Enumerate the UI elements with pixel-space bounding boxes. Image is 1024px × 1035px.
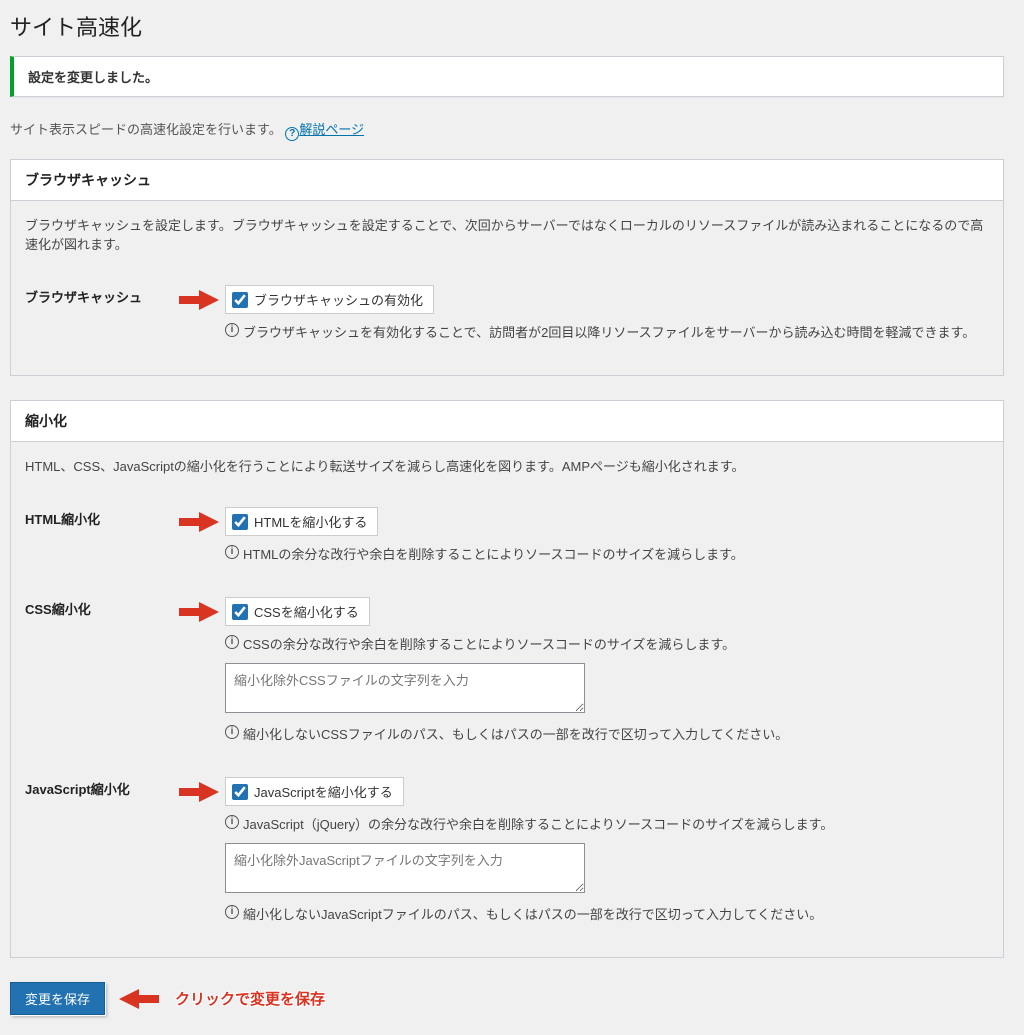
cache-row-label: ブラウザキャッシュ: [25, 271, 225, 361]
section-body-cache: ブラウザキャッシュを設定します。ブラウザキャッシュを設定することで、次回からサー…: [10, 201, 1004, 376]
arrow-pointer-icon: [119, 987, 167, 1011]
html-minify-label: HTML縮小化: [25, 493, 225, 583]
js-minify-hint: i JavaScript（jQuery）の余分な改行や余白を削除することによりソ…: [225, 814, 989, 833]
js-exclude-textarea[interactable]: [225, 843, 585, 893]
html-minify-checkbox-row[interactable]: HTMLを縮小化する: [225, 507, 378, 536]
css-minify-checkbox-label: CSSを縮小化する: [254, 602, 359, 621]
info-icon: i: [225, 635, 239, 649]
page-title: サイト高速化: [10, 10, 1004, 42]
js-exclude-hint: i 縮小化しないJavaScriptファイルのパス、もしくはパスの一部を改行で区…: [225, 904, 989, 923]
css-minify-hint: i CSSの余分な改行や余白を削除することによりソースコードのサイズを減らします…: [225, 634, 989, 653]
info-icon: i: [225, 545, 239, 559]
js-minify-checkbox-label: JavaScriptを縮小化する: [254, 782, 393, 801]
help-link[interactable]: 解説ページ: [299, 122, 364, 137]
html-minify-checkbox-label: HTMLを縮小化する: [254, 512, 367, 531]
css-exclude-hint: i 縮小化しないCSSファイルのパス、もしくはパスの一部を改行で区切って入力して…: [225, 724, 989, 743]
notice-success: 設定を変更しました。: [10, 56, 1004, 97]
cache-hint: i ブラウザキャッシュを有効化することで、訪問者が2回目以降リソースファイルをサ…: [225, 322, 989, 341]
info-icon: i: [225, 905, 239, 919]
info-icon: i: [225, 815, 239, 829]
html-minify-hint: i HTMLの余分な改行や余白を削除することによりソースコードのサイズを減らしま…: [225, 544, 989, 563]
minify-desc: HTML、CSS、JavaScriptの縮小化を行うことにより転送サイズを減らし…: [25, 456, 989, 475]
info-icon: i: [225, 725, 239, 739]
cache-checkbox-label: ブラウザキャッシュの有効化: [254, 290, 423, 309]
save-annotation: クリックで変更を保存: [119, 987, 325, 1011]
js-minify-checkbox-row[interactable]: JavaScriptを縮小化する: [225, 777, 404, 806]
save-annotation-text: クリックで変更を保存: [175, 988, 325, 1009]
cache-enable-checkbox-row[interactable]: ブラウザキャッシュの有効化: [225, 285, 434, 314]
save-button[interactable]: 変更を保存: [10, 982, 105, 1015]
help-icon: ?: [285, 127, 299, 141]
css-minify-checkbox[interactable]: [232, 604, 248, 620]
intro-text: サイト表示スピードの高速化設定を行います。 ?解説ページ: [10, 119, 1004, 141]
html-minify-checkbox[interactable]: [232, 514, 248, 530]
css-minify-label: CSS縮小化: [25, 583, 225, 763]
cache-enable-checkbox[interactable]: [232, 292, 248, 308]
section-body-minify: HTML、CSS、JavaScriptの縮小化を行うことにより転送サイズを減らし…: [10, 442, 1004, 958]
info-icon: i: [225, 323, 239, 337]
css-minify-checkbox-row[interactable]: CSSを縮小化する: [225, 597, 370, 626]
cache-desc: ブラウザキャッシュを設定します。ブラウザキャッシュを設定することで、次回からサー…: [25, 215, 989, 253]
css-exclude-textarea[interactable]: [225, 663, 585, 713]
js-minify-label: JavaScript縮小化: [25, 763, 225, 943]
submit-row: 変更を保存 クリックで変更を保存: [10, 982, 1004, 1015]
notice-text: 設定を変更しました。: [28, 67, 989, 86]
section-header-cache: ブラウザキャッシュ: [10, 159, 1004, 201]
section-header-minify: 縮小化: [10, 400, 1004, 442]
js-minify-checkbox[interactable]: [232, 784, 248, 800]
